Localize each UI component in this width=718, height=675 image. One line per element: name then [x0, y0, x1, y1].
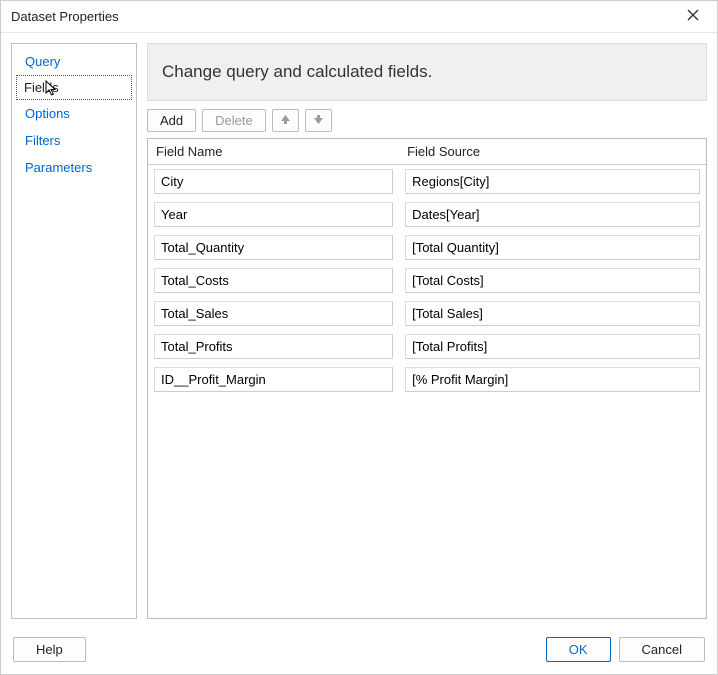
- field-source-input[interactable]: [405, 334, 700, 359]
- table-row: [148, 363, 706, 396]
- field-source-input[interactable]: [405, 202, 700, 227]
- delete-button[interactable]: Delete: [202, 109, 266, 132]
- sidebar-item-label: Query: [25, 54, 60, 69]
- sidebar-item-options[interactable]: Options: [16, 100, 132, 127]
- help-button[interactable]: Help: [13, 637, 86, 662]
- field-source-input[interactable]: [405, 268, 700, 293]
- column-header-source[interactable]: Field Source: [399, 139, 706, 165]
- sidebar-item-label: Fields: [24, 80, 59, 95]
- main-panel: Change query and calculated fields. Add …: [147, 43, 707, 619]
- table-row: [148, 297, 706, 330]
- heading-area: Change query and calculated fields.: [147, 43, 707, 101]
- arrow-down-icon: [313, 113, 324, 128]
- sidebar-item-label: Filters: [25, 133, 60, 148]
- titlebar: Dataset Properties: [1, 1, 717, 33]
- field-source-input[interactable]: [405, 169, 700, 194]
- column-header-name[interactable]: Field Name: [148, 139, 399, 165]
- sidebar: Query Fields Options Filters Parameters: [11, 43, 137, 619]
- toolbar: Add Delete: [147, 101, 707, 138]
- dialog-dataset-properties: Dataset Properties Query Fields Options …: [0, 0, 718, 675]
- field-name-input[interactable]: [154, 334, 393, 359]
- close-button[interactable]: [677, 3, 709, 31]
- field-name-input[interactable]: [154, 301, 393, 326]
- sidebar-item-query[interactable]: Query: [16, 48, 132, 75]
- table-row: [148, 198, 706, 231]
- sidebar-item-fields[interactable]: Fields: [16, 75, 132, 100]
- cancel-button[interactable]: Cancel: [619, 637, 705, 662]
- fields-grid: Field Name Field Source: [147, 138, 707, 619]
- dialog-title: Dataset Properties: [11, 9, 677, 24]
- sidebar-item-label: Parameters: [25, 160, 92, 175]
- arrow-up-icon: [280, 113, 291, 128]
- field-source-input[interactable]: [405, 235, 700, 260]
- sidebar-item-parameters[interactable]: Parameters: [16, 154, 132, 181]
- ok-button[interactable]: OK: [546, 637, 611, 662]
- field-source-input[interactable]: [405, 301, 700, 326]
- close-icon: [687, 9, 699, 24]
- page-title: Change query and calculated fields.: [162, 62, 692, 82]
- table-row: [148, 330, 706, 363]
- sidebar-item-label: Options: [25, 106, 70, 121]
- field-source-input[interactable]: [405, 367, 700, 392]
- move-down-button[interactable]: [305, 109, 332, 132]
- field-name-input[interactable]: [154, 202, 393, 227]
- move-up-button[interactable]: [272, 109, 299, 132]
- dialog-footer: Help OK Cancel: [1, 629, 717, 674]
- field-name-input[interactable]: [154, 169, 393, 194]
- table-row: [148, 264, 706, 297]
- field-name-input[interactable]: [154, 367, 393, 392]
- table-row: [148, 231, 706, 264]
- field-name-input[interactable]: [154, 268, 393, 293]
- table-header-row: Field Name Field Source: [148, 139, 706, 165]
- table-row: [148, 165, 706, 199]
- add-button[interactable]: Add: [147, 109, 196, 132]
- field-name-input[interactable]: [154, 235, 393, 260]
- sidebar-item-filters[interactable]: Filters: [16, 127, 132, 154]
